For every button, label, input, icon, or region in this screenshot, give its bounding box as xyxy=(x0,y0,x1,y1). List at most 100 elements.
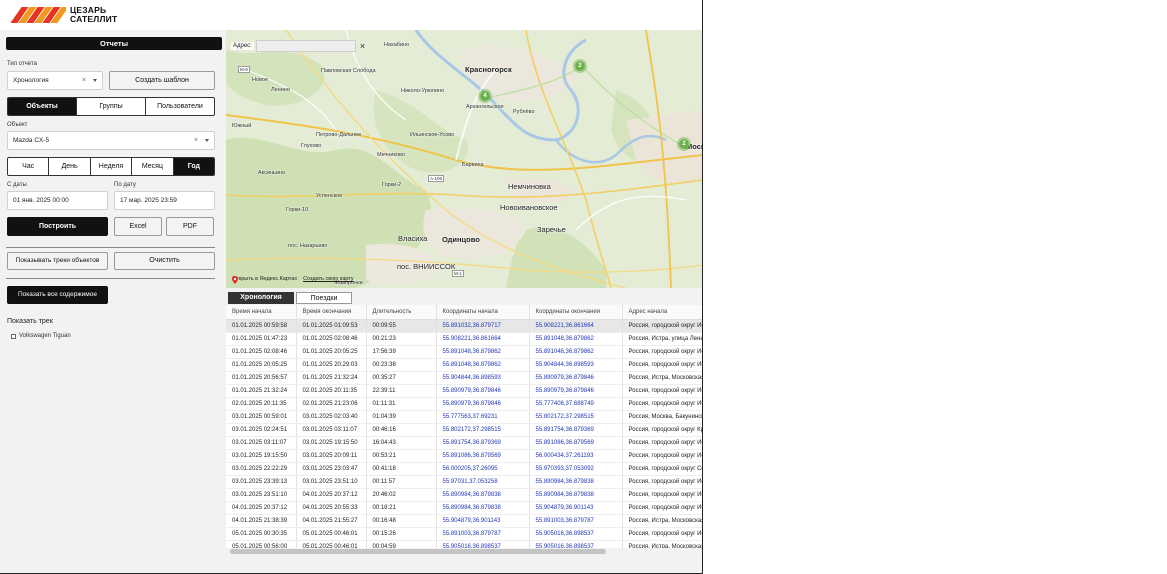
tab-day[interactable]: День xyxy=(48,158,89,175)
tab-month[interactable]: Месяц xyxy=(131,158,172,175)
table-cell[interactable]: 55.891086,36.879569 xyxy=(436,449,530,463)
tab-week[interactable]: Неделя xyxy=(89,158,131,175)
table-cell[interactable]: 55.908221,36.861664 xyxy=(436,332,530,346)
tab-hour[interactable]: Час xyxy=(8,158,48,175)
cluster-marker[interactable]: 2 xyxy=(573,59,587,73)
table-cell[interactable]: 55.891048,36.879862 xyxy=(529,345,623,359)
table-cell[interactable]: 55.904879,36.901143 xyxy=(529,501,623,515)
to-date-input[interactable]: 17 мар. 2025 23:59 xyxy=(114,191,215,210)
table-row[interactable]: 03.01.2025 19:15:50 03.01.2025 20:09:11 00… xyxy=(226,449,702,463)
table-row[interactable]: 03.01.2025 22:22:29 03.01.2025 23:03:47 00… xyxy=(226,462,702,476)
table-row[interactable]: 01.01.2025 01:47:23 01.01.2025 02:08:46 00… xyxy=(226,332,702,346)
cluster-marker[interactable]: 2 xyxy=(677,137,691,151)
table-cell[interactable]: 55.905016,36.898537 xyxy=(529,527,623,541)
table-cell[interactable]: 55.890979,36.879846 xyxy=(436,384,530,398)
table-cell[interactable]: 55.777563,37.69231 xyxy=(436,410,530,424)
table-cell[interactable]: 55.891048,36.879862 xyxy=(436,358,530,372)
tab-objects[interactable]: Объекты xyxy=(8,98,76,115)
table-cell[interactable]: 55.802172,37.298515 xyxy=(529,410,623,424)
table-cell[interactable]: 55.904844,36.898593 xyxy=(436,371,530,385)
table-row[interactable]: 01.01.2025 02:08:46 01.01.2025 20:05:25 17… xyxy=(226,345,702,359)
open-yandex-link[interactable]: Открыть в Яндекс.Картах xyxy=(232,276,297,282)
table-row[interactable]: 01.01.2025 20:05:25 01.01.2025 20:29:03 00… xyxy=(226,358,702,372)
table-cell[interactable]: 55.891086,36.879569 xyxy=(529,436,623,450)
table-row[interactable]: 03.01.2025 02:24:51 03.01.2025 03:11:07 00… xyxy=(226,423,702,437)
table-cell[interactable]: 55.890984,36.879838 xyxy=(529,475,623,489)
column-header[interactable]: Время окончания xyxy=(296,305,367,320)
table-cell[interactable]: 55.890979,36.879846 xyxy=(529,384,623,398)
object-select[interactable]: Mazda CX-5 × xyxy=(7,131,215,150)
table-cell: 00:46:16 xyxy=(366,423,437,437)
table-cell[interactable]: 55.890984,36.879838 xyxy=(529,488,623,502)
column-header[interactable]: Адрес начала xyxy=(622,305,702,320)
table-cell[interactable]: 55.891048,36.879862 xyxy=(529,332,623,346)
table-cell[interactable]: 55.890984,36.879838 xyxy=(436,501,530,515)
table-cell[interactable]: 55.97031,37.053258 xyxy=(436,475,530,489)
column-header[interactable]: Координаты окончания xyxy=(529,305,623,320)
table-cell[interactable]: 55.904879,36.901143 xyxy=(436,514,530,528)
create-map-link[interactable]: Создать свою карту xyxy=(303,276,354,282)
close-icon[interactable]: × xyxy=(360,41,365,51)
address-input[interactable] xyxy=(255,40,356,52)
horizontal-scrollbar[interactable] xyxy=(226,548,702,555)
column-header[interactable]: Время начала xyxy=(226,305,297,320)
create-template-button[interactable]: Создать шаблон xyxy=(109,71,215,90)
pdf-button[interactable]: PDF xyxy=(166,217,214,236)
table-cell[interactable]: 55.891032,36.879717 xyxy=(436,319,530,333)
table-row[interactable]: 03.01.2025 23:51:10 04.01.2025 20:37:12 20… xyxy=(226,488,702,502)
table-row[interactable]: 03.01.2025 23:39:13 03.01.2025 23:51:10 00… xyxy=(226,475,702,489)
tab-year[interactable]: Год xyxy=(172,158,214,175)
track-item[interactable]: Volkswagen Tiguan xyxy=(11,333,71,339)
table-cell[interactable]: 55.890979,36.879846 xyxy=(529,371,623,385)
clear-button[interactable]: Очистить xyxy=(114,252,215,270)
scrollbar-thumb[interactable] xyxy=(230,549,606,554)
table-cell[interactable]: 55.891003,36.879787 xyxy=(529,514,623,528)
show-tracks-button[interactable]: Показывать треки объектов xyxy=(7,252,108,270)
table-cell[interactable]: 55.891754,36.879369 xyxy=(436,436,530,450)
table-cell[interactable]: 55.891003,36.879787 xyxy=(436,527,530,541)
table-cell[interactable]: 55.891754,36.879369 xyxy=(529,423,623,437)
table-row[interactable]: 04.01.2025 21:38:39 04.01.2025 21:55:27 00… xyxy=(226,514,702,528)
show-all-button[interactable]: Показать все содержимое xyxy=(7,286,108,304)
build-button[interactable]: Построить xyxy=(7,217,108,236)
column-header[interactable]: Координаты начала xyxy=(436,305,530,320)
table-row[interactable]: 03.01.2025 03:11:07 03.01.2025 19:15:50 16… xyxy=(226,436,702,450)
table-cell[interactable]: 55.905016,36.898537 xyxy=(529,540,623,548)
tab-groups[interactable]: Группы xyxy=(76,98,145,115)
table-cell[interactable]: 56.000205,37.26095 xyxy=(436,462,530,476)
table-cell: Россия, городской округ Ис xyxy=(622,501,702,515)
excel-button[interactable]: Excel xyxy=(114,217,162,236)
report-type-select[interactable]: Хронология × xyxy=(7,71,103,90)
table-cell[interactable]: 55.904844,36.898593 xyxy=(529,358,623,372)
table-cell[interactable]: 55.890984,36.879838 xyxy=(436,488,530,502)
table-row[interactable]: 01.01.2025 00:59:58 01.01.2025 01:09:53 00… xyxy=(226,319,702,333)
table-row[interactable]: 05.01.2025 00:56:00 05.01.2025 00:46:01 00… xyxy=(226,540,702,548)
table-cell[interactable]: 55.802172,37.298515 xyxy=(436,423,530,437)
tab-trips[interactable]: Поездки xyxy=(296,292,352,304)
checkbox[interactable] xyxy=(11,333,16,339)
table-cell[interactable]: 55.908221,36.861664 xyxy=(529,319,623,333)
column-header[interactable]: Длительность xyxy=(366,305,437,320)
table-row[interactable]: 01.01.2025 21:32:24 02.01.2025 20:11:35 22… xyxy=(226,384,702,398)
table-row[interactable]: 04.01.2025 20:37:12 04.01.2025 20:55:33 00… xyxy=(226,501,702,515)
tab-chronology[interactable]: Хронология xyxy=(228,292,294,304)
address-search: Адрес: × xyxy=(231,40,365,52)
table-row[interactable]: 01.01.2025 20:56:57 01.01.2025 21:32:24 00… xyxy=(226,371,702,385)
table-row[interactable]: 05.01.2025 00:30:35 05.01.2025 00:46:01 00… xyxy=(226,527,702,541)
cluster-marker[interactable]: 4 xyxy=(478,89,492,103)
divider xyxy=(6,247,215,248)
map[interactable]: Нахабино Красногорск Павловская Слобода … xyxy=(226,30,702,288)
table-cell: 03.01.2025 20:09:11 xyxy=(296,449,367,463)
from-date-input[interactable]: 01 янв. 2025 00:00 xyxy=(7,191,108,210)
table-row[interactable]: 02.01.2025 20:11:35 02.01.2025 21:23:06 01… xyxy=(226,397,702,411)
table-row[interactable]: 03.01.2025 00:59:01 03.01.2025 02:03:40 01… xyxy=(226,410,702,424)
table-cell[interactable]: 55.905016,36.898537 xyxy=(436,540,530,548)
table-cell[interactable]: 56.000434,37.261193 xyxy=(529,449,623,463)
clear-icon[interactable]: × xyxy=(82,72,86,90)
clear-icon[interactable]: × xyxy=(194,132,198,150)
table-cell[interactable]: 55.970393,37.053092 xyxy=(529,462,623,476)
table-cell[interactable]: 55.777408,37.688749 xyxy=(529,397,623,411)
tab-users[interactable]: Пользователи xyxy=(145,98,214,115)
table-cell[interactable]: 55.891048,36.879862 xyxy=(436,345,530,359)
table-cell[interactable]: 55.890979,36.879846 xyxy=(436,397,530,411)
